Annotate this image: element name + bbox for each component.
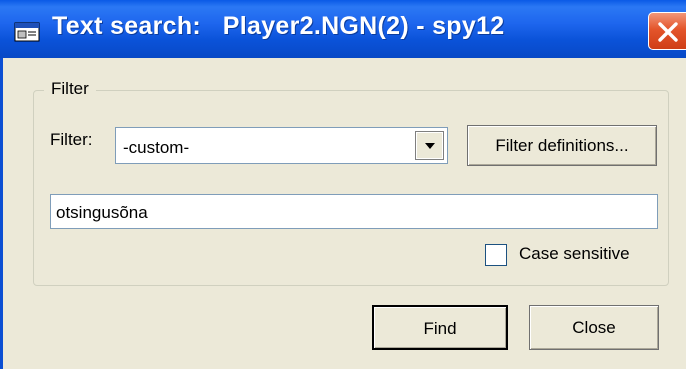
filter-group-label: Filter <box>44 79 96 99</box>
window-close-button[interactable] <box>648 12 686 50</box>
title-bar[interactable]: Text search: Player2.NGN(2) - spy12 <box>0 0 686 58</box>
text-search-dialog: Text search: Player2.NGN(2) - spy12 Filt… <box>0 0 686 369</box>
filter-dropdown[interactable]: -custom- <box>115 127 448 164</box>
dropdown-arrow-button[interactable] <box>415 131 444 160</box>
filter-definitions-button[interactable]: Filter definitions... <box>467 125 657 166</box>
filter-dropdown-value: -custom- <box>123 138 190 157</box>
filter-label: Filter: <box>50 130 93 149</box>
search-text-value: otsingusõna <box>56 203 148 222</box>
close-icon <box>658 22 678 42</box>
close-button[interactable]: Close <box>529 305 659 350</box>
chevron-down-icon <box>425 143 435 149</box>
app-window-icon <box>14 22 40 42</box>
window-left-border <box>0 58 3 369</box>
search-text-input[interactable]: otsingusõna <box>50 194 658 229</box>
find-button[interactable]: Find <box>372 305 508 350</box>
window-title: Text search: Player2.NGN(2) - spy12 <box>52 12 505 40</box>
case-sensitive-checkbox[interactable] <box>485 244 507 266</box>
case-sensitive-label[interactable]: Case sensitive <box>519 244 630 264</box>
